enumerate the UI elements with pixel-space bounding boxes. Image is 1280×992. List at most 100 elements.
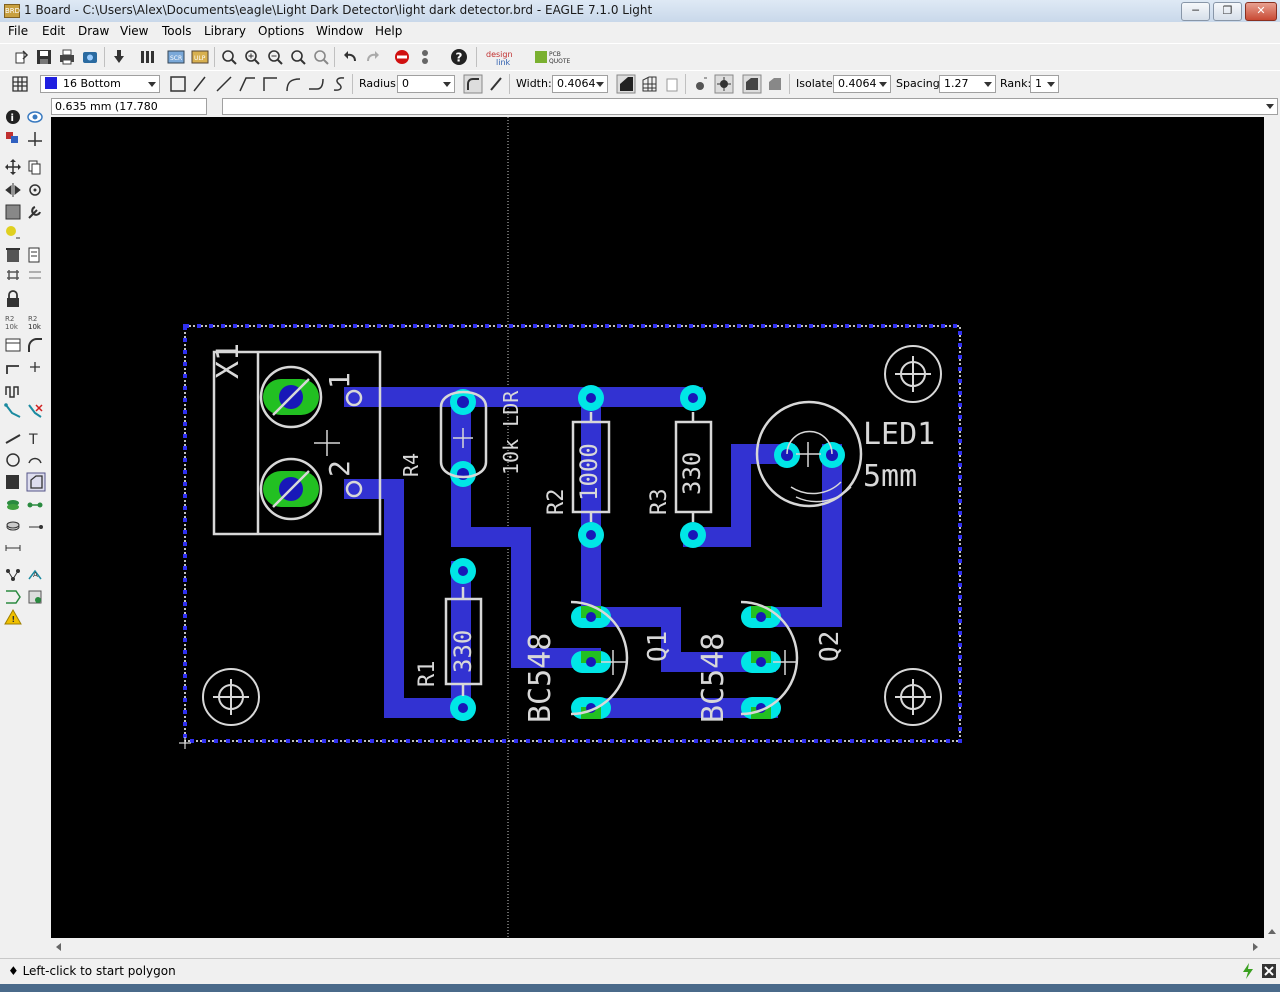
zoom-out-icon[interactable] xyxy=(265,47,285,67)
save-icon[interactable] xyxy=(34,47,54,67)
zoom-in-icon[interactable] xyxy=(242,47,262,67)
optimize-button[interactable] xyxy=(25,359,45,379)
grid-icon[interactable] xyxy=(10,74,30,94)
via-button[interactable] xyxy=(3,495,23,515)
miter-button[interactable] xyxy=(25,335,45,355)
arc-button[interactable] xyxy=(25,451,45,471)
zoom-fit-icon[interactable] xyxy=(219,47,239,67)
miter-straight-icon[interactable] xyxy=(486,74,506,94)
thermals-off-icon[interactable] xyxy=(690,74,710,94)
ulp-icon[interactable]: ULP xyxy=(190,47,210,67)
stop-icon[interactable] xyxy=(392,47,412,67)
scroll-left-icon[interactable] xyxy=(56,943,61,951)
polygon-pour-hatch-icon[interactable] xyxy=(639,74,659,94)
redo-icon[interactable] xyxy=(363,47,383,67)
maximize-button[interactable]: ❐ xyxy=(1213,2,1242,21)
close-button[interactable]: ✕ xyxy=(1245,2,1277,21)
wire-bend-arc-icon[interactable] xyxy=(283,74,303,94)
menu-options[interactable]: Options xyxy=(258,24,304,38)
help-icon[interactable]: ? xyxy=(449,47,469,67)
menu-draw[interactable]: Draw xyxy=(78,24,109,38)
polygon-pour-solid-icon[interactable] xyxy=(616,74,636,94)
miter-round-icon[interactable] xyxy=(463,74,483,94)
route-button[interactable] xyxy=(3,403,23,423)
layer-select[interactable]: 16 Bottom xyxy=(40,75,160,93)
dimension-button[interactable] xyxy=(3,539,23,559)
attribute-button[interactable] xyxy=(25,517,45,537)
wire-bend-s-icon[interactable] xyxy=(329,74,349,94)
delete-button[interactable] xyxy=(3,245,23,265)
name-button[interactable] xyxy=(3,313,23,333)
command-line-input[interactable] xyxy=(222,98,1278,115)
split-button[interactable] xyxy=(3,359,23,379)
menu-library[interactable]: Library xyxy=(204,24,246,38)
menu-help[interactable]: Help xyxy=(375,24,402,38)
move-button[interactable] xyxy=(3,157,23,177)
smash-button[interactable] xyxy=(3,335,23,355)
open-icon[interactable] xyxy=(12,47,32,67)
run-ulp-icon[interactable]: SCR xyxy=(166,47,186,67)
copy-button[interactable] xyxy=(25,157,45,177)
meander-button[interactable] xyxy=(3,381,23,401)
pinswap-button[interactable] xyxy=(3,267,23,287)
wire-button[interactable] xyxy=(3,429,23,449)
lightning-icon[interactable] xyxy=(1240,962,1256,980)
rect-button[interactable] xyxy=(3,473,23,493)
vertical-scrollbar[interactable] xyxy=(1264,117,1280,938)
auto-button[interactable] xyxy=(25,565,45,585)
menu-file[interactable]: File xyxy=(8,24,28,38)
orphans-on-icon[interactable] xyxy=(742,74,762,94)
cam-processor-icon[interactable] xyxy=(80,47,100,67)
group-button[interactable] xyxy=(3,201,23,221)
paste-button[interactable] xyxy=(3,223,23,243)
wire-bend-corner-icon[interactable] xyxy=(260,74,280,94)
ripup-button[interactable] xyxy=(25,403,45,423)
rank-select[interactable]: 1 xyxy=(1030,75,1059,93)
menu-window[interactable]: Window xyxy=(316,24,363,38)
hole-button[interactable] xyxy=(3,517,23,537)
scroll-up-icon[interactable] xyxy=(1268,929,1276,934)
print-icon[interactable] xyxy=(57,47,77,67)
mirror-button[interactable] xyxy=(3,179,23,199)
menu-view[interactable]: View xyxy=(120,24,148,38)
menu-tools[interactable]: Tools xyxy=(162,24,192,38)
stop-command-icon[interactable] xyxy=(1261,963,1277,979)
eagle-app-icon[interactable]: BRD xyxy=(4,4,20,18)
polygon-button[interactable] xyxy=(25,473,45,493)
thermals-on-icon[interactable] xyxy=(714,74,734,94)
minimize-button[interactable]: ─ xyxy=(1181,2,1210,21)
errors-button[interactable] xyxy=(3,609,23,629)
radius-select[interactable]: 0 xyxy=(397,75,455,93)
orphans-off-icon[interactable] xyxy=(765,74,785,94)
horizontal-scrollbar[interactable] xyxy=(51,938,1264,955)
script-icon[interactable] xyxy=(138,47,158,67)
gateswap-button[interactable] xyxy=(25,267,45,287)
design-link-icon[interactable]: design link xyxy=(484,47,528,67)
redraw-icon[interactable] xyxy=(288,47,308,67)
info-button[interactable] xyxy=(3,107,23,127)
board-canvas[interactable]: X1 1 2 R4 10k LDR R2 1000 R3 330 R1 330 … xyxy=(51,117,1264,938)
display-button[interactable] xyxy=(3,129,23,149)
zoom-select-icon[interactable] xyxy=(311,47,331,67)
spacing-select[interactable]: 1.27 xyxy=(939,75,996,93)
add-button[interactable] xyxy=(25,245,45,265)
drc-button[interactable] xyxy=(25,587,45,607)
wire-bend-curve-icon[interactable] xyxy=(306,74,326,94)
signal-button[interactable] xyxy=(25,495,45,515)
polygon-outline-icon[interactable] xyxy=(662,74,682,94)
isolate-select[interactable]: 0.4064 xyxy=(833,75,891,93)
wire-bend-straight-icon[interactable] xyxy=(168,74,188,94)
circle-button[interactable] xyxy=(3,451,23,471)
menu-edit[interactable]: Edit xyxy=(42,24,65,38)
rotate-button[interactable] xyxy=(25,179,45,199)
command-history-dropdown-icon[interactable] xyxy=(1266,104,1274,109)
wire-bend-45-icon[interactable] xyxy=(191,74,211,94)
scroll-right-icon[interactable] xyxy=(1253,943,1258,951)
pcb-quote-icon[interactable]: PCB QUOTE xyxy=(534,47,574,67)
go-icon[interactable] xyxy=(415,47,435,67)
schematic-board-switch-icon[interactable] xyxy=(109,47,129,67)
undo-icon[interactable] xyxy=(340,47,360,67)
change-button[interactable] xyxy=(25,201,45,221)
lock-button[interactable] xyxy=(3,291,23,311)
text-button[interactable] xyxy=(25,429,45,449)
